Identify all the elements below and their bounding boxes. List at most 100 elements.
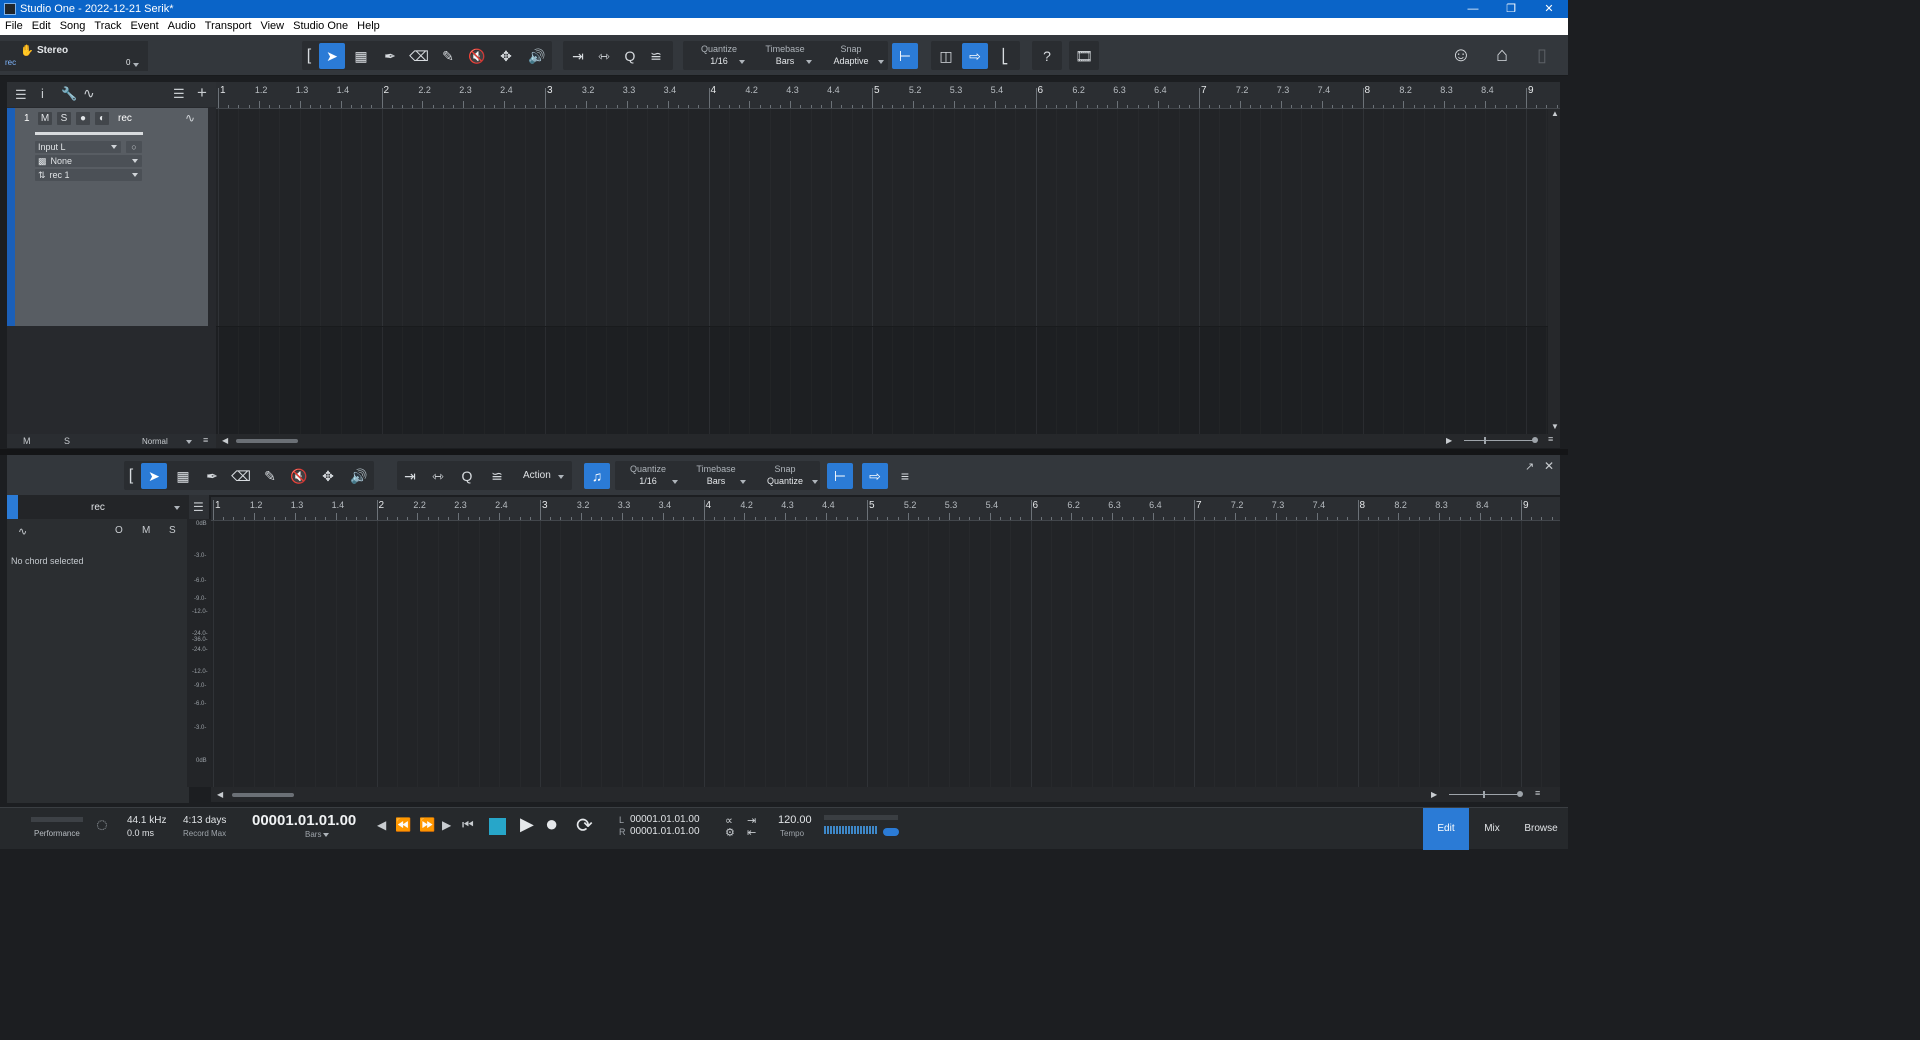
play-button[interactable]: ▶ [520, 814, 534, 835]
editor-zoom-slider[interactable] [1449, 794, 1521, 795]
split-view-icon[interactable]: ⎣ [992, 43, 1018, 69]
ripple-icon[interactable]: ⇿ [591, 43, 617, 69]
menu-help[interactable]: Help [352, 18, 384, 35]
horizontal-scrollbar[interactable]: ◀ ▶ ≡ [216, 434, 1560, 448]
monitor-toggle[interactable] [883, 828, 899, 836]
footer-mute-button[interactable]: M [23, 436, 31, 446]
document-icon[interactable]: ▯ [1529, 42, 1555, 68]
scroll-thumb[interactable] [236, 439, 298, 443]
menu-view[interactable]: View [255, 18, 288, 35]
menu-edit[interactable]: Edit [27, 18, 55, 35]
editor-listen-tool-icon[interactable]: 🔊 [346, 463, 372, 489]
editor-mute-button[interactable]: M [142, 525, 150, 536]
solo-button[interactable]: S [57, 112, 71, 125]
menu-studio-one[interactable]: Studio One [288, 18, 352, 35]
editor-bracket-icon[interactable]: [ [124, 463, 138, 489]
editor-mute-tool-icon[interactable]: 🔇 [286, 463, 312, 489]
track-name[interactable]: rec [118, 113, 132, 124]
shuffle-icon[interactable]: ⇥ [565, 43, 591, 69]
editor-bend-tool-icon[interactable]: ✥ [315, 463, 341, 489]
menu-track[interactable]: Track [89, 18, 125, 35]
loop-start[interactable]: 00001.01.01.00 [630, 814, 700, 825]
time-signature-icon[interactable]: ⇤ [747, 826, 756, 839]
inspector-info-icon[interactable]: i [41, 86, 44, 101]
eraser-tool-icon[interactable]: ⌫ [406, 43, 432, 69]
bend-tool-icon[interactable]: ✥ [493, 43, 519, 69]
return-to-zero-icon[interactable]: ◀ [377, 818, 386, 832]
editor-track-name[interactable]: rec [91, 502, 105, 513]
close-window-button[interactable]: ✕ [1534, 0, 1564, 18]
tempo-value[interactable]: 120.00 [778, 814, 812, 826]
editor-grid[interactable] [211, 521, 1560, 787]
mute-tool-icon[interactable]: 🔇 [464, 43, 490, 69]
wrench-icon[interactable]: 🔧 [61, 86, 77, 102]
editor-eraser-tool-icon[interactable]: ⌫ [228, 463, 254, 489]
snap-control[interactable]: Snap Adaptive [822, 43, 880, 67]
split-tool-icon[interactable]: ✒ [377, 43, 403, 69]
input-select[interactable]: Input L [35, 141, 121, 153]
position-display[interactable]: 00001.01.01.00 [252, 812, 356, 829]
performance-label[interactable]: Performance [34, 829, 80, 838]
editor-follow-button[interactable]: ⇨ [862, 463, 888, 489]
paint-tool-icon[interactable]: ✎ [435, 43, 461, 69]
editor-pitch-button[interactable]: ♫ [584, 463, 610, 489]
track-control-rec[interactable]: 1 M S ● ◐ rec ∿ Input L ○ ▩ None ⇅ rec 1 [7, 108, 208, 326]
menu-transport[interactable]: Transport [200, 18, 256, 35]
editor-scroll-thumb[interactable] [232, 793, 294, 797]
input-monitor-icon[interactable]: ○ [126, 141, 142, 153]
listen-tool-icon[interactable]: 🔊 [524, 43, 550, 69]
footer-list-icon[interactable]: ≡ [203, 435, 208, 445]
master-volume-meter[interactable] [824, 826, 878, 834]
editor-range-tool-icon[interactable]: ▦ [170, 463, 196, 489]
video-icon[interactable]: 🎞 [1071, 43, 1097, 69]
home-icon[interactable]: ⌂ [1489, 42, 1515, 68]
inspector-header[interactable]: ✋ Stereo rec 0 [0, 41, 148, 71]
loop-end[interactable]: 00001.01.01.00 [630, 826, 700, 837]
previous-marker-icon[interactable]: ⏮ [462, 817, 474, 833]
editor-snap-to-grid-button[interactable]: ⊢ [827, 463, 853, 489]
editor-ruler[interactable]: 1 1.2 1.3 1.4 2 2.2 2.3 2.4 3 3.2 3.3 3.4 4 4.2 4.3 4.4… [211, 497, 1560, 521]
loop-button[interactable]: ⟳ [576, 813, 593, 838]
editor-ripple-icon[interactable]: ⇿ [425, 463, 451, 489]
help-button[interactable]: ? [1034, 43, 1060, 69]
tab-browse[interactable]: Browse [1516, 808, 1566, 850]
position-unit[interactable]: Bars [305, 830, 321, 839]
close-editor-icon[interactable]: ✕ [1544, 459, 1554, 473]
editor-timebase-control[interactable]: Timebase Bars [687, 463, 745, 487]
stop-button[interactable] [489, 818, 506, 835]
detach-editor-icon[interactable]: ↗ [1525, 460, 1534, 473]
editor-snap-control[interactable]: Snap Quantize [756, 463, 814, 487]
editor-quantize-control[interactable]: Quantize 1/16 [619, 463, 677, 487]
record-arm-button[interactable]: ● [76, 112, 90, 125]
monitor-button[interactable]: ◐ [95, 112, 109, 125]
editor-shuffle-icon[interactable]: ⇥ [397, 463, 423, 489]
menu-audio[interactable]: Audio [163, 18, 200, 35]
range-tool-icon[interactable]: ▦ [348, 43, 374, 69]
menu-file[interactable]: File [0, 18, 27, 35]
editor-quantize-icon[interactable]: Q [454, 463, 480, 489]
zoom-mode-select[interactable]: Normal [142, 437, 168, 446]
automation-icon[interactable]: ∿ [83, 85, 95, 102]
record-button[interactable]: ● [545, 811, 558, 837]
user-icon[interactable]: ☺ [1448, 42, 1474, 68]
menu-song[interactable]: Song [55, 18, 90, 35]
mute-button[interactable]: M [38, 112, 52, 125]
output-select[interactable]: ▩ None [35, 155, 142, 167]
timeline-ruler[interactable]: 1 1.2 1.3 1.4 2 2.2 2.3 2.4 3 3.2 3.3 3.4 4 4.2 4.3 4.4… [216, 82, 1560, 109]
editor-o-button[interactable]: O [115, 525, 123, 536]
volume-slider[interactable] [35, 132, 143, 135]
fast-forward-icon[interactable]: ⏩ [419, 817, 435, 833]
autoscroll-left-icon[interactable]: ◫ [933, 43, 959, 69]
tab-edit[interactable]: Edit [1423, 808, 1469, 850]
arrow-tool-button[interactable]: ➤ [319, 43, 345, 69]
quantize-icon[interactable]: Q [617, 43, 643, 69]
channel-select[interactable]: ⇅ rec 1 [35, 169, 142, 181]
add-track-icon[interactable]: + [197, 83, 207, 103]
rewind-icon[interactable]: ⏪ [395, 817, 411, 833]
editor-layout-icon[interactable]: ≡ [892, 463, 918, 489]
editor-horizontal-scrollbar[interactable]: ◀ ▶ ≡ [211, 787, 1560, 802]
editor-list-icon[interactable]: ☰ [193, 500, 204, 514]
tab-mix[interactable]: Mix [1470, 808, 1514, 850]
settings-icon[interactable]: ⚙ [725, 826, 735, 839]
restore-button[interactable]: ❐ [1496, 0, 1526, 18]
